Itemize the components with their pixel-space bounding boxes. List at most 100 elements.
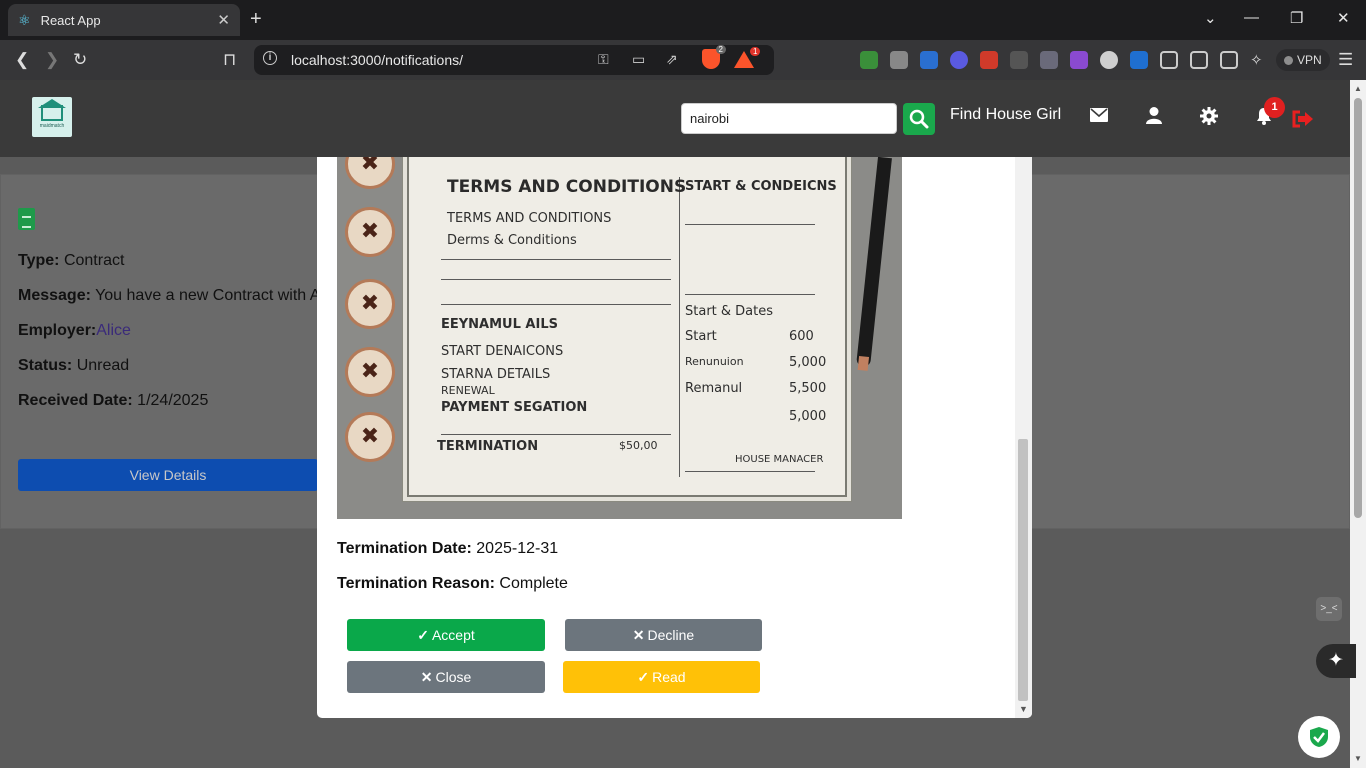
status-value: Unread <box>76 357 130 374</box>
cast-icon[interactable]: ▭ <box>632 51 645 68</box>
key-icon[interactable]: ⚿ <box>598 51 609 68</box>
back-icon[interactable]: ❮ <box>15 50 29 70</box>
logo-text: maidmatch <box>39 123 65 129</box>
contract-image: ✖ ✖ ✖ ✖ ✖ TERMS AND CONDITIONS START & C… <box>337 157 902 519</box>
check-icon: ✓ <box>417 627 429 643</box>
type-label: Type: <box>18 252 60 269</box>
extension-icon[interactable] <box>980 51 998 69</box>
address-bar[interactable]: i localhost:3000/notifications/ ⚿ ▭ ⇗ <box>254 45 774 75</box>
token-icon: ✖ <box>345 279 395 329</box>
date-row: Received Date: 1/24/2025 <box>18 392 208 410</box>
envelope-icon[interactable] <box>1090 108 1108 127</box>
tab-title: React App <box>40 12 101 28</box>
pen-image <box>856 157 892 368</box>
extension-icon[interactable] <box>1100 51 1118 69</box>
type-value: Contract <box>63 252 125 269</box>
sparkle-icon[interactable]: ✦ <box>1316 644 1356 678</box>
employer-row: Employer:Alice <box>18 322 131 340</box>
scroll-up-icon[interactable]: ▲ <box>1354 84 1362 93</box>
security-shield-button[interactable] <box>1298 716 1340 758</box>
message-value: You have a new Contract with Al <box>95 287 324 304</box>
x-icon: ✕ <box>420 669 433 685</box>
sidebar-icon[interactable] <box>1190 51 1208 69</box>
leo-icon[interactable]: ✧ <box>1250 51 1268 69</box>
paper-line: START DENAICONS <box>441 344 564 359</box>
minimize-icon[interactable]: — <box>1244 9 1259 26</box>
scroll-down-icon[interactable]: ▼ <box>1354 754 1362 763</box>
paper-line: STARNA DETAILS <box>441 367 551 382</box>
reload-icon[interactable]: ↻ <box>73 50 87 70</box>
notification-badge: 1 <box>1264 97 1285 118</box>
paper-value: 5,000 <box>789 355 827 370</box>
modal-scrollbar[interactable]: ▼ <box>1015 157 1032 718</box>
paper-line: TERMS AND CONDITIONS <box>447 211 612 226</box>
accept-button[interactable]: ✓ Accept <box>347 619 545 651</box>
scroll-down-icon[interactable]: ▼ <box>1019 704 1028 714</box>
extension-icon[interactable] <box>1040 51 1058 69</box>
wallet-icon[interactable] <box>1220 51 1238 69</box>
close-button[interactable]: ✕ Close <box>347 661 545 693</box>
decline-label: Decline <box>647 627 695 643</box>
forward-icon[interactable]: ❯ <box>45 50 59 70</box>
page-viewport: maidmatch Find House Girl 1 Type: Contra… <box>0 80 1366 768</box>
paper-rule <box>441 279 671 280</box>
check-icon: ✓ <box>637 669 650 685</box>
user-icon[interactable] <box>1146 107 1162 129</box>
extension-icon[interactable] <box>920 51 938 69</box>
termination-date-label: Termination Date: <box>337 540 472 557</box>
termination-reason-row: Termination Reason: Complete <box>337 575 568 593</box>
site-logo[interactable]: maidmatch <box>32 97 72 137</box>
logo-house <box>41 105 63 121</box>
restore-icon[interactable]: ❐ <box>1290 9 1303 27</box>
paper-value: $50,00 <box>619 439 658 452</box>
paper-rule <box>685 471 815 472</box>
extension-icon[interactable] <box>860 51 878 69</box>
paper-rule <box>685 224 815 225</box>
close-tab-icon[interactable]: ✕ <box>217 11 230 29</box>
menu-icon[interactable]: ☰ <box>1338 50 1353 70</box>
page-scroll-thumb[interactable] <box>1354 98 1362 518</box>
type-row: Type: Contract <box>18 252 124 270</box>
paper-line: RENEWAL <box>441 384 495 397</box>
date-label: Received Date: <box>18 392 133 409</box>
bookmark-icon[interactable]: ⊓ <box>223 50 236 70</box>
find-house-girl-link[interactable]: Find House Girl <box>950 106 1061 124</box>
search-icon <box>909 109 929 129</box>
contract-paper: TERMS AND CONDITIONS START & CONDEICNS T… <box>407 157 847 497</box>
app-navbar: maidmatch Find House Girl 1 <box>0 80 1350 157</box>
read-button[interactable]: ✓ Read <box>563 661 760 693</box>
paper-divider <box>679 177 680 477</box>
shield-count: 2 <box>715 45 726 54</box>
puzzle-icon[interactable] <box>1160 51 1178 69</box>
browser-tab[interactable]: ⚛ React App ✕ <box>8 4 240 36</box>
extension-icon[interactable] <box>1070 51 1088 69</box>
browser-tab-bar: ⚛ React App ✕ + ⌄ — ❐ ✕ <box>0 0 1366 40</box>
message-label: Message: <box>18 287 91 304</box>
search-input[interactable] <box>681 103 897 134</box>
window-close-icon[interactable]: ✕ <box>1337 9 1350 27</box>
extension-icon[interactable] <box>1130 51 1148 69</box>
extension-icon[interactable] <box>890 51 908 69</box>
tab-list-icon[interactable]: ⌄ <box>1204 9 1217 27</box>
paper-line: Renunuion <box>685 355 744 368</box>
notification-modal: ✖ ✖ ✖ ✖ ✖ TERMS AND CONDITIONS START & C… <box>317 157 1032 718</box>
vpn-button[interactable]: VPN <box>1276 49 1330 71</box>
decline-button[interactable]: ✕ Decline <box>565 619 762 651</box>
logout-icon[interactable] <box>1292 110 1314 133</box>
new-tab-icon[interactable]: + <box>250 8 262 30</box>
gear-icon[interactable] <box>1200 107 1218 130</box>
view-details-button[interactable]: View Details <box>18 459 318 491</box>
extension-icon[interactable] <box>1010 51 1028 69</box>
site-info-icon[interactable]: i <box>263 51 277 65</box>
code-icon[interactable]: >_< <box>1316 597 1342 621</box>
search-button[interactable] <box>903 103 935 135</box>
token-icon: ✖ <box>345 412 395 462</box>
brave-shield-icon[interactable]: 2 <box>702 45 726 69</box>
extension-icon[interactable] <box>950 51 968 69</box>
paper-rule <box>441 434 671 435</box>
modal-scroll-thumb[interactable] <box>1018 439 1028 701</box>
share-icon[interactable]: ⇗ <box>666 51 678 68</box>
brave-rewards-icon[interactable]: 1 <box>734 47 761 68</box>
employer-link[interactable]: Alice <box>96 322 131 339</box>
paper-line: PAYMENT SEGATION <box>441 400 588 415</box>
